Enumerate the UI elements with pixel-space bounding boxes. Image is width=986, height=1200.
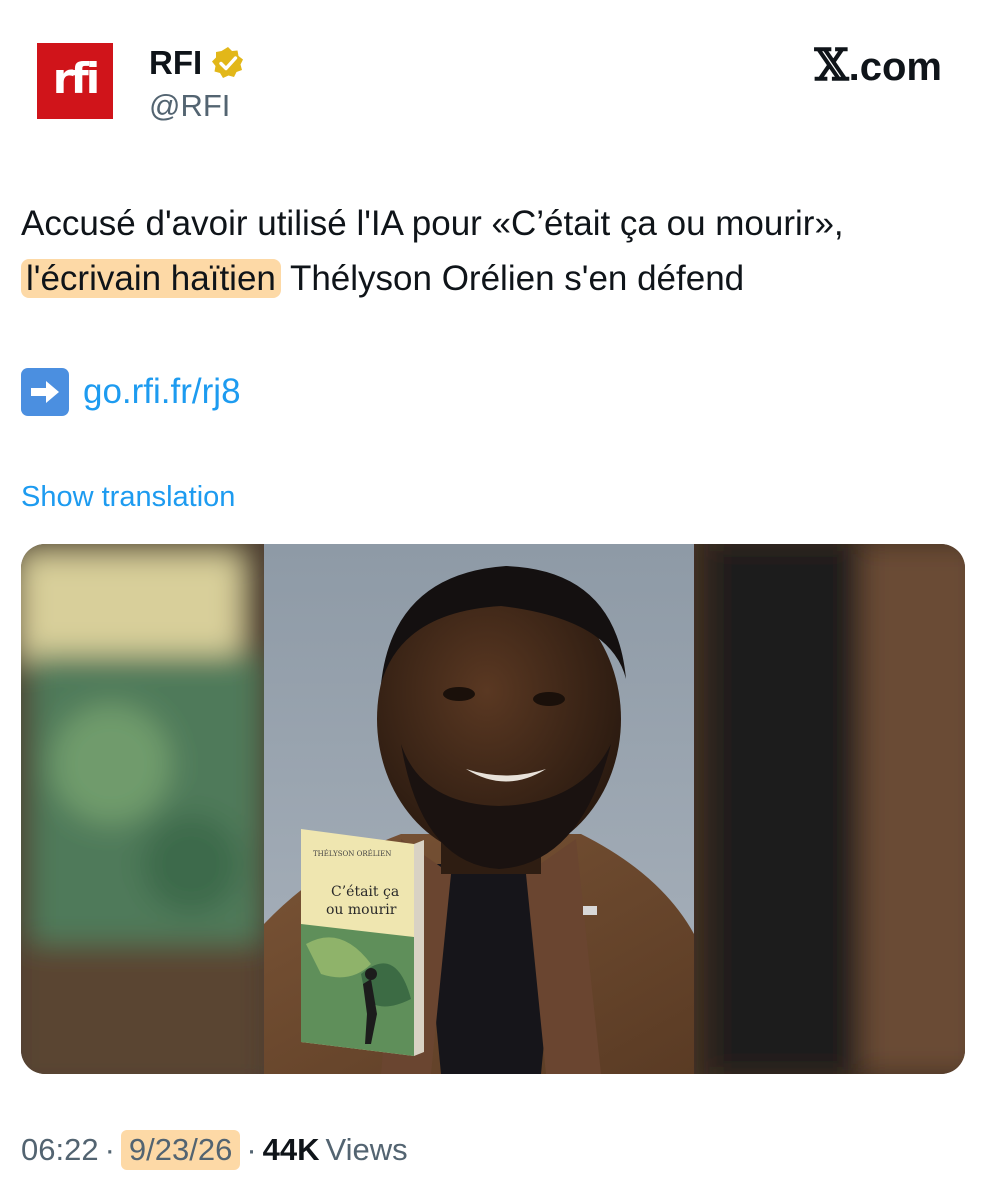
tweet-time[interactable]: 06:22 <box>21 1132 99 1168</box>
book-title-line2: ou mourir <box>326 902 397 918</box>
right-arrow-icon <box>21 368 69 416</box>
tweet-text-before: Accusé d'avoir utilisé l'IA pour «C’étai… <box>21 204 844 243</box>
views-label: Views <box>325 1132 408 1167</box>
blurred-right-background <box>691 544 965 1074</box>
rfi-logo[interactable]: rfi <box>37 43 113 119</box>
verified-badge-icon <box>210 45 246 81</box>
views-count[interactable]: 44K <box>263 1132 320 1168</box>
account-name[interactable]: RFI <box>149 44 202 82</box>
meta-separator: · <box>104 1132 115 1167</box>
tweet-text: Accusé d'avoir utilisé l'IA pour «C’étai… <box>21 196 951 306</box>
tweet-link[interactable]: go.rfi.fr/rj8 <box>83 372 241 412</box>
account-handle[interactable]: @RFI <box>149 88 230 124</box>
show-translation-link[interactable]: Show translation <box>21 481 235 514</box>
x-com-watermark: 𝕏.com <box>814 40 943 91</box>
tweet-date[interactable]: 9/23/26 <box>120 1130 241 1170</box>
tweet-link-row: go.rfi.fr/rj8 <box>21 368 241 416</box>
book-cover: THÉLYSON ORÉLIEN C’était ça ou mourir <box>301 829 424 1056</box>
tweet-meta: 06:22 · 9/23/26 · 44K Views <box>21 1130 408 1170</box>
tweet-text-after: Thélyson Orélien s'en défend <box>280 259 745 298</box>
tweet-text-highlight: l'écrivain haïtien <box>21 259 281 298</box>
book-author: THÉLYSON ORÉLIEN <box>313 849 391 858</box>
blurred-left-background <box>21 544 271 1074</box>
meta-separator: · <box>246 1132 257 1167</box>
account-name-row: RFI <box>149 44 246 82</box>
book-title-line1: C’était ça <box>331 884 399 900</box>
tweet-media-image[interactable]: THÉLYSON ORÉLIEN C’était ça ou mourir <box>21 544 965 1074</box>
